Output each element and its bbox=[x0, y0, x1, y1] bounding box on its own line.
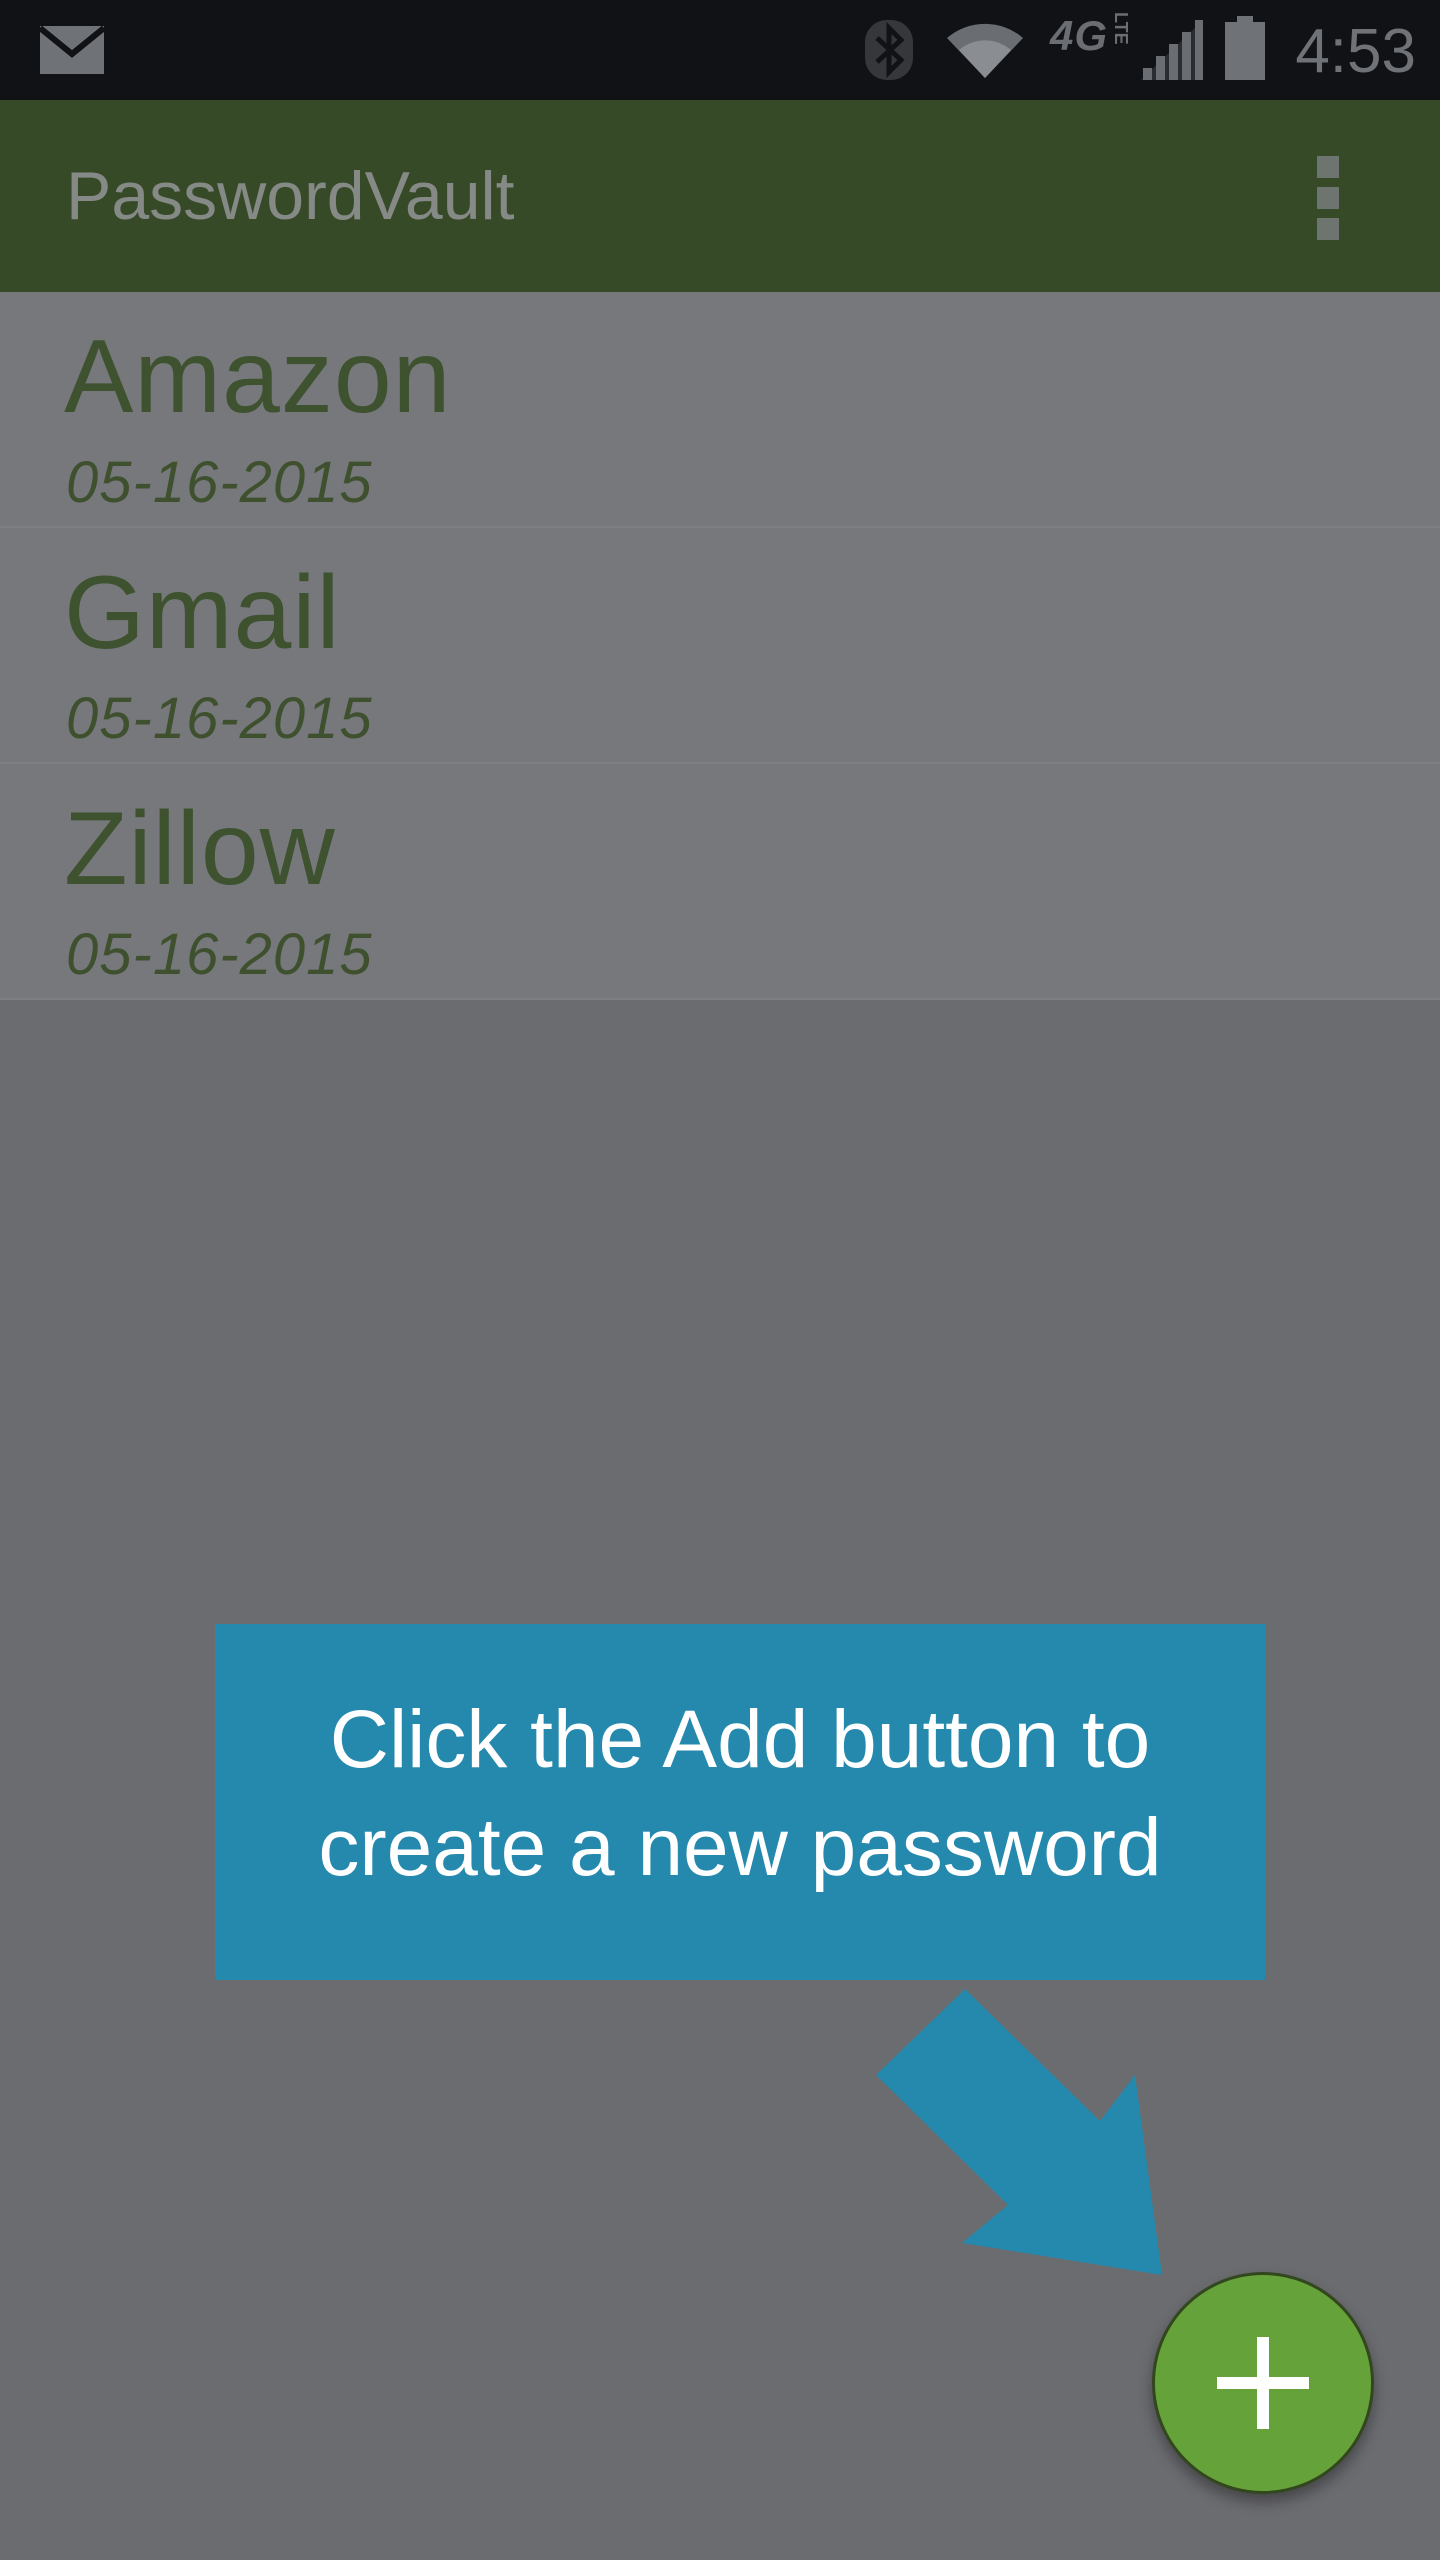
list-item[interactable]: Zillow 05-16-2015 bbox=[0, 764, 1440, 1000]
tooltip-box: Click the Add button to create a new pas… bbox=[215, 1624, 1265, 1980]
item-title: Amazon bbox=[64, 319, 452, 435]
item-date: 05-16-2015 bbox=[66, 686, 373, 751]
network-lte: LTE bbox=[1111, 12, 1131, 45]
plus-icon bbox=[1217, 2337, 1309, 2429]
item-date: 05-16-2015 bbox=[66, 922, 373, 987]
mail-icon bbox=[38, 25, 106, 74]
tooltip-text: Click the Add button to create a new pas… bbox=[240, 1686, 1240, 1902]
app-bar: PasswordVault bbox=[0, 100, 1440, 292]
tooltip-line-1: Click the Add button to bbox=[329, 1694, 1151, 1785]
item-title: Gmail bbox=[64, 555, 341, 671]
battery-icon bbox=[1225, 16, 1265, 80]
bluetooth-icon bbox=[865, 20, 913, 80]
network-type: 4G bbox=[1050, 12, 1109, 59]
status-bar: 4G LTE 4:53 bbox=[0, 0, 1440, 100]
list-item[interactable]: Amazon 05-16-2015 bbox=[0, 292, 1440, 528]
status-clock: 4:53 bbox=[1295, 17, 1416, 86]
tooltip-line-2: create a new password bbox=[318, 1802, 1162, 1893]
list-item[interactable]: Gmail 05-16-2015 bbox=[0, 528, 1440, 764]
add-button[interactable] bbox=[1152, 2272, 1374, 2494]
arrow-icon bbox=[876, 1989, 1162, 2275]
password-list: Amazon 05-16-2015 Gmail 05-16-2015 Zillo… bbox=[0, 292, 1440, 1000]
overflow-menu-icon[interactable] bbox=[1313, 156, 1343, 240]
wifi-icon bbox=[947, 23, 1023, 78]
cell-signal-icon bbox=[1141, 20, 1203, 80]
app-title: PasswordVault bbox=[66, 158, 515, 234]
item-title: Zillow bbox=[64, 791, 336, 907]
item-date: 05-16-2015 bbox=[66, 450, 373, 515]
